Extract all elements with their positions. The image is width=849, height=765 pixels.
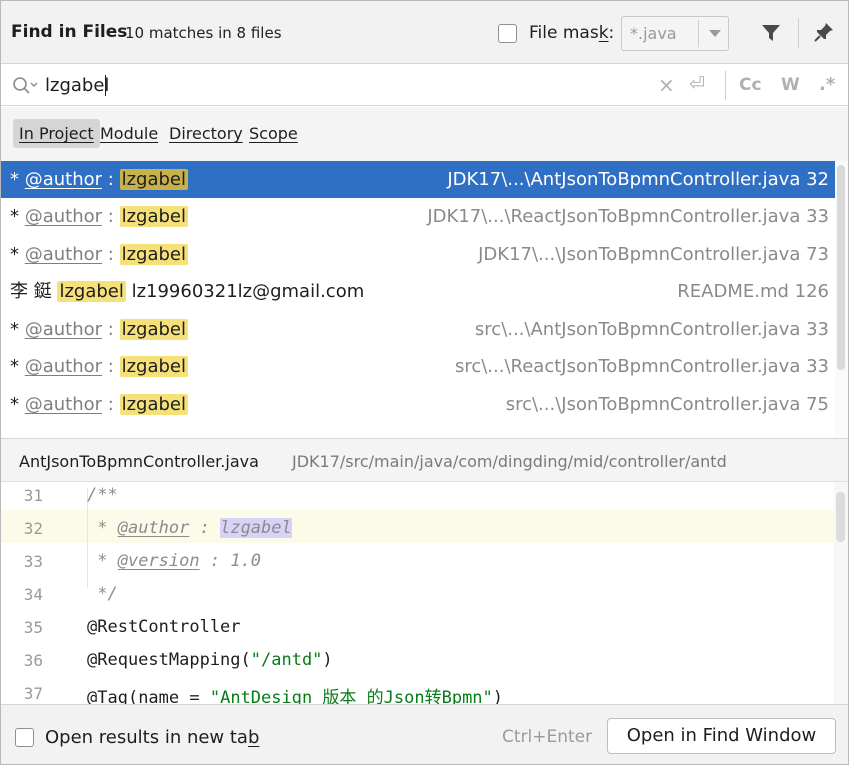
- match-highlight: lzgabel: [119, 356, 188, 377]
- new-line-icon[interactable]: ⏎: [689, 73, 705, 95]
- line-number: 31: [23, 486, 43, 505]
- file-mask-combo[interactable]: *.java: [621, 16, 729, 51]
- result-row[interactable]: * @author : lzgabel src\...\JsonToBpmnCo…: [1, 386, 835, 423]
- search-icon[interactable]: [12, 76, 38, 100]
- code-line: * @author : lzgabel: [87, 518, 292, 538]
- match-summary: 10 matches in 8 files: [125, 24, 282, 42]
- search-bar: × ⏎ Cc W .*: [1, 65, 848, 106]
- code-line: /**: [87, 485, 118, 505]
- result-location: JDK17\...\JsonToBpmnController.java 73: [478, 244, 829, 265]
- match-highlight: lzgabel: [57, 281, 126, 302]
- preview-header: AntJsonToBpmnController.java JDK17/src/m…: [1, 438, 848, 482]
- code-match-highlight: lzgabel: [220, 518, 292, 538]
- line-number: 33: [23, 552, 43, 571]
- doc-tag: @author: [24, 394, 103, 415]
- line-number: 37: [23, 684, 43, 703]
- result-location: JDK17\...\AntJsonToBpmnController.java 3…: [447, 169, 829, 190]
- code-line: @RequestMapping("/antd"): [87, 650, 333, 670]
- code-line: */: [87, 584, 118, 604]
- result-row[interactable]: * @author : lzgabel JDK17\...\AntJsonToB…: [1, 161, 835, 198]
- whole-words-toggle[interactable]: W: [781, 75, 800, 95]
- open-new-tab-checkbox[interactable]: [15, 728, 34, 747]
- result-row[interactable]: 李 鋌 lzgabel lz19960321lz@gmail.com READM…: [1, 273, 835, 310]
- preview-file-path: JDK17/src/main/java/com/dingding/mid/con…: [292, 452, 727, 471]
- file-mask-value: *.java: [630, 24, 677, 43]
- scrollbar-thumb[interactable]: [836, 492, 845, 542]
- results-scrollbar[interactable]: [835, 161, 848, 438]
- result-location: JDK17\...\ReactJsonToBpmnController.java…: [427, 206, 829, 227]
- open-new-tab-label[interactable]: Open results in new tab: [45, 727, 259, 748]
- chevron-down-icon[interactable]: [709, 30, 721, 37]
- result-row[interactable]: * @author : lzgabel JDK17\...\ReactJsonT…: [1, 198, 835, 235]
- result-row[interactable]: * @author : lzgabel JDK17\...\JsonToBpmn…: [1, 236, 835, 273]
- match-highlight: lzgabel: [119, 394, 188, 415]
- result-location: src\...\ReactJsonToBpmnController.java 3…: [454, 356, 829, 377]
- result-row[interactable]: * @author : lzgabel src\...\AntJsonToBpm…: [1, 311, 835, 348]
- dialog-footer: Open results in new tab Ctrl+Enter Open …: [1, 704, 848, 764]
- result-location: src\...\JsonToBpmnController.java 75: [505, 394, 829, 415]
- dialog-header: Find in Files 10 matches in 8 files File…: [1, 1, 848, 64]
- filter-icon[interactable]: [761, 23, 781, 47]
- code-line: * @version : 1.0: [87, 551, 262, 571]
- tab-scope[interactable]: Scope: [243, 119, 304, 148]
- line-number: 35: [23, 618, 43, 637]
- scrollbar-thumb[interactable]: [837, 165, 845, 370]
- find-in-files-dialog: Find in Files 10 matches in 8 files File…: [0, 0, 849, 765]
- doc-tag: @author: [24, 169, 103, 190]
- tab-directory[interactable]: Directory: [163, 119, 249, 148]
- regex-toggle[interactable]: .*: [819, 74, 835, 95]
- doc-tag: @author: [24, 244, 103, 265]
- result-location: src\...\AntJsonToBpmnController.java 33: [474, 319, 829, 340]
- match-highlight: lzgabel: [119, 244, 188, 265]
- match-highlight: lzgabel: [119, 169, 188, 190]
- code-line: @Tag(name = "AntDesign 版本 的Json转Bpmn"): [87, 688, 504, 704]
- match-case-toggle[interactable]: Cc: [739, 75, 762, 95]
- line-number: 34: [23, 585, 43, 604]
- dialog-title: Find in Files: [11, 22, 128, 42]
- file-mask-label[interactable]: File mask:: [529, 23, 614, 43]
- search-input[interactable]: [45, 73, 645, 97]
- file-mask-checkbox[interactable]: [498, 24, 517, 43]
- result-row[interactable]: * @author : lzgabel src\...\ReactJsonToB…: [1, 348, 835, 385]
- scope-tabs: In Project Module Directory Scope: [1, 107, 848, 161]
- open-in-find-window-button[interactable]: Open in Find Window: [607, 718, 836, 754]
- match-highlight: lzgabel: [119, 319, 188, 340]
- code-line: @RestController: [87, 617, 241, 637]
- pin-icon[interactable]: [813, 21, 835, 47]
- result-location: README.md 126: [677, 281, 829, 302]
- line-number: 32: [23, 519, 43, 538]
- preview-file-name: AntJsonToBpmnController.java: [19, 452, 259, 471]
- line-number: 36: [23, 651, 43, 670]
- tab-in-project[interactable]: In Project: [13, 119, 100, 148]
- tab-module[interactable]: Module: [94, 119, 164, 148]
- clear-icon[interactable]: ×: [658, 73, 675, 97]
- doc-tag: @author: [24, 319, 103, 340]
- doc-tag: @author: [24, 356, 103, 377]
- results-list[interactable]: * @author : lzgabel JDK17\...\AntJsonToB…: [1, 161, 835, 438]
- code-scrollbar[interactable]: [834, 482, 848, 704]
- code-preview[interactable]: 31 32 33 34 35 36 37 /** * @author : lzg…: [1, 482, 848, 704]
- match-highlight: lzgabel: [119, 206, 188, 227]
- doc-tag: @author: [24, 206, 103, 227]
- shortcut-hint: Ctrl+Enter: [502, 727, 593, 747]
